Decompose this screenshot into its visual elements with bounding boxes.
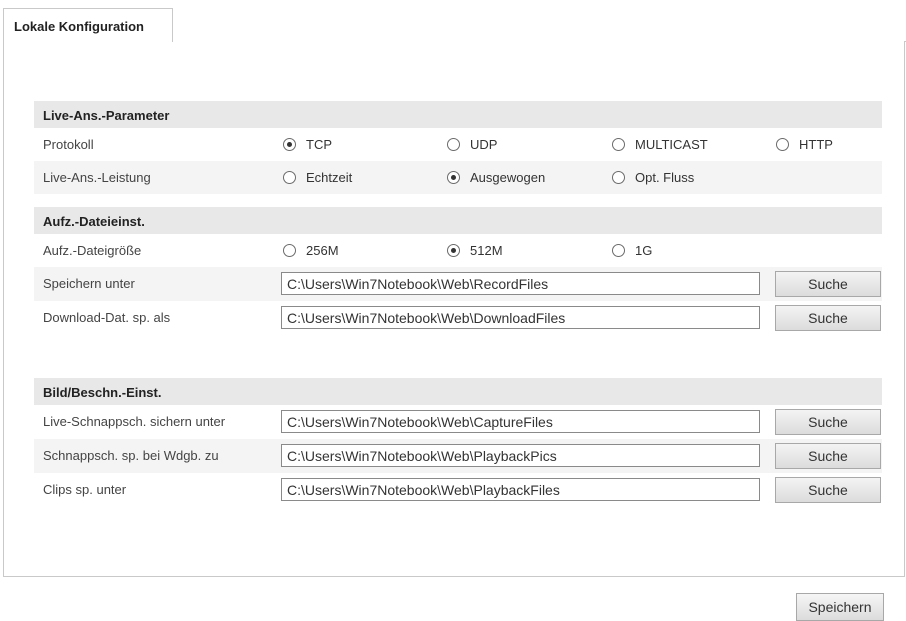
radio-unchecked-icon[interactable] [612,171,625,184]
radio-checked-icon[interactable] [283,138,296,151]
live-snapshot-label: Live-Schnappsch. sichern unter [43,414,226,429]
row-playback-snapshot-path: Schnappsch. sp. bei Wdgb. zu Suche [34,439,882,473]
download-path-label: Download-Dat. sp. als [43,310,171,325]
row-record-save-path: Speichern unter Suche [34,267,882,301]
performance-label: Live-Ans.-Leistung [43,170,151,185]
browse-clips-button[interactable]: Suche [775,477,881,503]
radio-checked-icon[interactable] [447,171,460,184]
radio-protocol-udp[interactable]: UDP [447,137,497,152]
section-title-picture: Bild/Beschn.-Einst. [34,378,882,405]
radio-unchecked-icon[interactable] [283,244,296,257]
section-title-record: Aufz.-Dateieinst. [34,207,882,234]
save-button[interactable]: Speichern [796,593,884,621]
radio-performance-realtime[interactable]: Echtzeit [283,170,352,185]
row-live-performance: Live-Ans.-Leistung Echtzeit Ausgewogen O… [34,161,882,194]
radio-unchecked-icon[interactable] [776,138,789,151]
radio-filesize-512m[interactable]: 512M [447,243,503,258]
clips-label: Clips sp. unter [43,482,127,497]
download-path-input[interactable] [281,306,760,329]
section-picture-clip: Bild/Beschn.-Einst. Live-Schnappsch. sic… [34,378,882,507]
radio-protocol-multicast[interactable]: MULTICAST [612,137,708,152]
radio-unchecked-icon[interactable] [283,171,296,184]
live-snapshot-path-input[interactable] [281,410,760,433]
radio-unchecked-icon[interactable] [612,244,625,257]
radio-checked-icon[interactable] [447,244,460,257]
playback-snapshot-path-input[interactable] [281,444,760,467]
radio-performance-fluency[interactable]: Opt. Fluss [612,170,694,185]
record-save-path-input[interactable] [281,272,760,295]
browse-download-button[interactable]: Suche [775,305,881,331]
section-title-live: Live-Ans.-Parameter [34,101,882,128]
radio-unchecked-icon[interactable] [447,138,460,151]
playback-snapshot-label: Schnappsch. sp. bei Wdgb. zu [43,448,219,463]
radio-filesize-1g[interactable]: 1G [612,243,652,258]
row-record-filesize: Aufz.-Dateigröße 256M 512M 1G [34,234,882,267]
browse-live-snapshot-button[interactable]: Suche [775,409,881,435]
tab-local-configuration[interactable]: Lokale Konfiguration [3,8,173,42]
row-clips-path: Clips sp. unter Suche [34,473,882,507]
section-record-files: Aufz.-Dateieinst. Aufz.-Dateigröße 256M … [34,207,882,335]
radio-unchecked-icon[interactable] [612,138,625,151]
config-panel: Live-Ans.-Parameter Protokoll TCP UDP MU… [3,41,905,577]
browse-record-button[interactable]: Suche [775,271,881,297]
browse-playback-snapshot-button[interactable]: Suche [775,443,881,469]
section-live-parameters: Live-Ans.-Parameter Protokoll TCP UDP MU… [34,101,882,194]
save-path-label: Speichern unter [43,276,135,291]
protocol-label: Protokoll [43,137,94,152]
row-live-snapshot-path: Live-Schnappsch. sichern unter Suche [34,405,882,439]
row-protocol: Protokoll TCP UDP MULTICAST HTTP [34,128,882,161]
row-download-path: Download-Dat. sp. als Suche [34,301,882,335]
radio-protocol-tcp[interactable]: TCP [283,137,332,152]
clips-path-input[interactable] [281,478,760,501]
filesize-label: Aufz.-Dateigröße [43,243,142,258]
radio-performance-balanced[interactable]: Ausgewogen [447,170,545,185]
tab-label: Lokale Konfiguration [14,19,144,34]
radio-protocol-http[interactable]: HTTP [776,137,833,152]
radio-filesize-256m[interactable]: 256M [283,243,339,258]
